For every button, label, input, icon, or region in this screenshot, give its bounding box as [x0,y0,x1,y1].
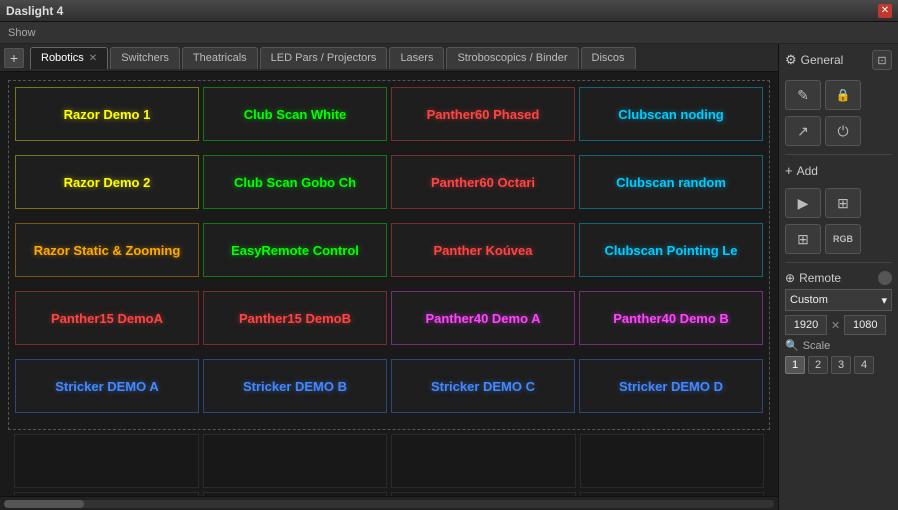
grid-cell-8[interactable]: Razor Static & Zooming [15,223,199,277]
tab-label-discos: Discos [592,52,625,64]
grid-cell-7[interactable]: Clubscan random [579,155,763,209]
grid-cell-11[interactable]: Clubscan Pointing Le [579,223,763,277]
chevron-down-icon: ▾ [881,294,887,307]
add-actions-row1: ▶ ⊞ [785,188,892,218]
expand-button[interactable]: ⊡ [872,50,892,70]
grid-cell-17[interactable]: Stricker DEMO B [203,359,387,413]
remote-toggle[interactable] [878,271,892,285]
grid-cell-2[interactable]: Panther60 Phased [391,87,575,141]
scenes-grid: Razor Demo 1Club Scan WhitePanther60 Pha… [8,80,770,430]
edit-button[interactable]: ✎ [785,80,821,110]
tab-close-robotics[interactable]: ✕ [89,53,97,64]
grid-cell-18[interactable]: Stricker DEMO C [391,359,575,413]
general-section-header: ⚙ General ⊡ [785,50,892,70]
grid-cell-12[interactable]: Panther15 DemoA [15,291,199,345]
width-input[interactable] [785,315,827,335]
grid-button[interactable]: ⊞ [785,224,821,254]
tab-label-lasers: Lasers [400,52,433,64]
grid-cell-6[interactable]: Panther60 Octari [391,155,575,209]
scale-buttons: 1 2 3 4 [785,356,892,374]
custom-select[interactable]: Custom ▾ [785,289,892,311]
resolution-inputs: ✕ [785,315,892,335]
expand-icon: ⊡ [877,54,886,67]
remote-icon: ⊕ [785,271,795,285]
divider2 [785,262,892,263]
arrow-button[interactable]: ↗ [785,116,821,146]
tab-label-switchers: Switchers [121,52,169,64]
tab-switchers[interactable]: Switchers [110,47,180,69]
tab-label-theatricals: Theatricals [193,52,247,64]
play-button[interactable]: ▶ [785,188,821,218]
scale-1-button[interactable]: 1 [785,356,805,374]
rgb-button[interactable]: RGB [825,224,861,254]
add-tab-button[interactable]: + [4,48,24,68]
plus-icon: + [10,50,18,66]
right-panel: ⚙ General ⊡ ✎ 🔒 ↗ ⏻ + [778,44,898,510]
gear-icon: ⚙ [785,52,797,68]
grid-cell-15[interactable]: Panther40 Demo B [579,291,763,345]
play-icon: ▶ [798,195,809,212]
x-separator: ✕ [831,319,840,332]
grid-cell-16[interactable]: Stricker DEMO A [15,359,199,413]
grid-area: Razor Demo 1Club Scan WhitePanther60 Pha… [0,72,778,496]
general-actions-row: ✎ 🔒 [785,80,892,110]
divider1 [785,154,892,155]
search-icon: 🔍 [785,339,799,352]
scale-label: 🔍 Scale [785,339,892,352]
grid-cell-0[interactable]: Razor Demo 1 [15,87,199,141]
grid-cell-1[interactable]: Club Scan White [203,87,387,141]
close-button[interactable]: ✕ [878,4,892,18]
title-bar: Daslight 4 ✕ [0,0,898,22]
edit-icon: ✎ [797,87,809,104]
power-icon: ⏻ [837,123,848,140]
horizontal-scrollbar[interactable] [0,496,778,510]
grid-cell-19[interactable]: Stricker DEMO D [579,359,763,413]
general-title: ⚙ General [785,52,843,68]
grid-cell-13[interactable]: Panther15 DemoB [203,291,387,345]
app-title: Daslight 4 [6,4,63,18]
scale-3-button[interactable]: 3 [831,356,851,374]
tab-ledpars[interactable]: LED Pars / Projectors [260,47,388,69]
tabs-bar: + Robotics ✕ Switchers Theatricals LED Pars … [0,44,778,72]
show-label: Show [8,27,36,39]
scrollbar-thumb[interactable] [4,500,84,508]
tab-lasers[interactable]: Lasers [389,47,444,69]
left-panel: + Robotics ✕ Switchers Theatricals LED Pars … [0,44,778,510]
show-bar: Show [0,22,898,44]
tab-stroboscopics[interactable]: Stroboscopics / Binder [446,47,578,69]
tab-label-robotics: Robotics [41,52,84,64]
remote-header: ⊕ Remote [785,271,892,285]
tab-robotics[interactable]: Robotics ✕ [30,47,108,69]
sliders-icon: ⊞ [837,195,849,212]
sliders-button[interactable]: ⊞ [825,188,861,218]
grid-cell-10[interactable]: Panther Koúvea [391,223,575,277]
remote-section: ⊕ Remote Custom ▾ ✕ 🔍 Scale 1 2 3 [785,271,892,374]
tab-label-ledpars: LED Pars / Projectors [271,52,377,64]
grid-cell-3[interactable]: Clubscan noding [579,87,763,141]
scrollbar-track [4,500,774,508]
scale-2-button[interactable]: 2 [808,356,828,374]
grid-cell-4[interactable]: Razor Demo 2 [15,155,199,209]
rgb-icon: RGB [833,234,853,244]
general-actions-row2: ↗ ⏻ [785,116,892,146]
main-layout: + Robotics ✕ Switchers Theatricals LED Pars … [0,44,898,510]
lock-button[interactable]: 🔒 [825,80,861,110]
scale-4-button[interactable]: 4 [854,356,874,374]
arrow-icon: ↗ [797,123,809,140]
grid-cell-9[interactable]: EasyRemote Control [203,223,387,277]
tab-discos[interactable]: Discos [581,47,636,69]
add-section-header: + Add [785,163,892,178]
plus-sign: + [785,163,793,178]
grid-cell-14[interactable]: Panther40 Demo A [391,291,575,345]
grid-icon: ⊞ [797,231,809,248]
height-input[interactable] [844,315,886,335]
add-actions-row2: ⊞ RGB [785,224,892,254]
tab-label-stroboscopics: Stroboscopics / Binder [457,52,567,64]
power-button[interactable]: ⏻ [825,116,861,146]
tab-theatricals[interactable]: Theatricals [182,47,258,69]
lock-icon: 🔒 [836,88,851,102]
grid-cell-5[interactable]: Club Scan Gobo Ch [203,155,387,209]
